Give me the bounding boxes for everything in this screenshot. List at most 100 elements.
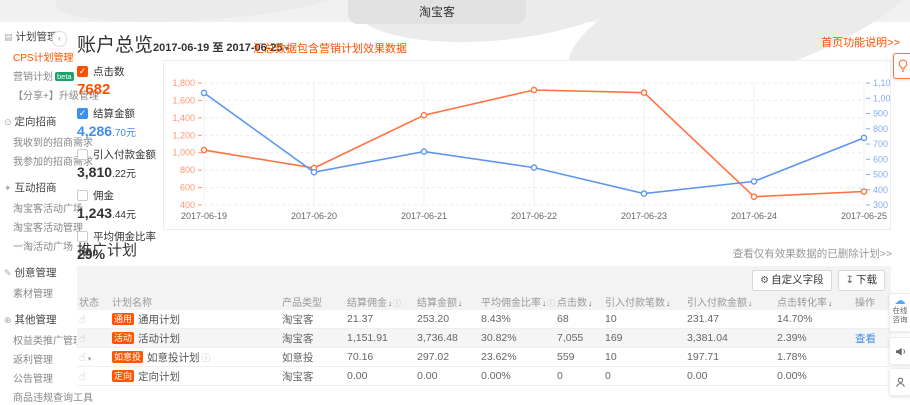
hand-pointer-icon[interactable]: ☝	[79, 371, 86, 383]
hand-pointer-icon[interactable]: ☝	[79, 314, 86, 326]
download-button[interactable]: ↧下载	[838, 270, 885, 291]
sidebar-item-rights-promo[interactable]: 权益类推广管理new	[0, 330, 70, 349]
contact-person-widget[interactable]	[889, 368, 910, 396]
metric-clicks-checkbox[interactable]: ✓点击数	[77, 64, 163, 79]
table-row: ☝ 通用通用计划 淘宝客 21.37 253.20 8.43% 68 10 23…	[77, 310, 891, 329]
sort-down-icon: ↓	[828, 299, 832, 308]
col-click-cvr[interactable]: 点击转化率↓	[777, 294, 855, 309]
metric-pay-amount: 引入付款金额 3,810.22元	[77, 147, 163, 180]
svg-text:2017-06-23: 2017-06-23	[621, 211, 667, 221]
info-icon: ⓘ	[393, 299, 401, 308]
checkbox-unchecked-icon	[77, 190, 88, 201]
col-settle-amount[interactable]: 结算金额↓	[417, 294, 481, 309]
svg-text:1,000: 1,000	[172, 148, 195, 158]
sidebar-section-other[interactable]: ⊕其他管理	[0, 309, 70, 330]
svg-text:600: 600	[873, 154, 888, 164]
hand-pointer-icon[interactable]: ☝	[79, 352, 86, 364]
checkbox-checked-icon: ✓	[77, 66, 88, 77]
sort-down-icon: ↓	[748, 299, 752, 308]
svg-text:1,000: 1,000	[873, 93, 890, 103]
metric-settlement-amount: ✓结算金额 4,286.70元	[77, 106, 163, 139]
plan-type-badge: 活动	[112, 332, 134, 344]
table-row: ☝▾ 如意投如意投计划ⓘ 如意投 70.16 297.02 23.62% 559…	[77, 348, 891, 367]
sidebar-item-rebate-manage[interactable]: 返利管理	[0, 349, 70, 368]
info-icon: ⓘ	[547, 299, 555, 308]
sort-down-icon: ↓	[588, 299, 592, 308]
megaphone-icon	[894, 345, 907, 358]
col-clicks[interactable]: 点击数↓	[557, 294, 605, 309]
svg-text:2017-06-24: 2017-06-24	[731, 211, 777, 221]
svg-text:600: 600	[180, 183, 195, 193]
svg-text:1,100: 1,100	[873, 78, 890, 88]
sidebar-section-interactive[interactable]: ✦互动招商	[0, 177, 70, 198]
online-chat-widget[interactable]: ☁ 在线 咨询	[889, 293, 910, 332]
sidebar-item-activity-manage[interactable]: 淘宝客活动管理	[0, 217, 70, 236]
svg-text:400: 400	[873, 185, 888, 195]
sidebar-item-marketing-plan[interactable]: 营销计划beta	[0, 66, 70, 85]
hand-pointer-icon[interactable]: ☝	[79, 333, 86, 345]
svg-text:300: 300	[873, 200, 888, 210]
deleted-plans-link[interactable]: 查看仅有效果数据的已删除计划>>	[733, 246, 892, 261]
table-row: ☝ 定向定向计划 淘宝客 0.00 0.00 0.00% 0 0 0.00 0.…	[77, 367, 891, 386]
plans-table-body: ☝ 通用通用计划 淘宝客 21.37 253.20 8.43% 68 10 23…	[77, 310, 891, 386]
col-plan-name: 计划名称	[112, 294, 282, 309]
col-avg-rate[interactable]: 平均佣金比率↓ⓘ	[481, 294, 557, 309]
interact-icon: ✦	[4, 183, 12, 193]
home-help-link[interactable]: 首页功能说明>>	[821, 34, 900, 50]
info-icon[interactable]: ⓘ	[202, 353, 211, 363]
promo-section-title: 推广计划	[77, 239, 137, 260]
help-tip-widget[interactable]	[893, 53, 910, 79]
metric-commission-value: 1,243.44元	[77, 205, 163, 221]
overview-chart-card: 2017-06-192017-06-202017-06-212017-06-22…	[163, 60, 891, 230]
sort-down-icon: ↓	[458, 299, 462, 308]
view-link[interactable]: 查看	[855, 333, 876, 345]
sidebar-item-received-requests[interactable]: 我收到的招商需求	[0, 132, 70, 151]
custom-fields-button[interactable]: ⚙自定义字段	[752, 270, 831, 291]
plan-type-badge: 如意投	[112, 351, 143, 363]
col-pay-amount[interactable]: 引入付款金额↓	[687, 294, 777, 309]
plan-name: 通用计划	[138, 314, 180, 326]
checkbox-unchecked-icon	[77, 149, 88, 160]
sidebar-item-activity-plaza[interactable]: 淘宝客活动广场	[0, 198, 70, 217]
metric-clicks: ✓点击数 7682	[77, 64, 163, 98]
metric-commission: 佣金 1,243.44元	[77, 188, 163, 221]
tab-taobaoke[interactable]: 淘宝客	[348, 0, 526, 24]
metric-settlement-checkbox[interactable]: ✓结算金额	[77, 106, 163, 121]
svg-text:800: 800	[180, 165, 195, 175]
metric-commission-checkbox[interactable]: 佣金	[77, 188, 163, 203]
sidebar-item-joined-requests[interactable]: 我参加的招商需求	[0, 151, 70, 170]
sidebar-item-etao-plaza[interactable]: 一淘活动广场	[0, 236, 70, 255]
lightbulb-icon	[897, 58, 909, 74]
metric-pay-amount-checkbox[interactable]: 引入付款金额	[77, 147, 163, 162]
sidebar-item-cps-plan[interactable]: CPS计划管理	[0, 47, 70, 66]
col-product-type: 产品类型	[282, 294, 347, 309]
sidebar-item-violation-tool[interactable]: 商品违规查询工具	[0, 387, 70, 405]
metric-settlement-value: 4,286.70元	[77, 123, 163, 139]
sidebar-collapse-icon[interactable]: ‹	[52, 31, 67, 47]
table-header-row: 状态 计划名称 产品类型 结算佣金↓ⓘ 结算金额↓ 平均佣金比率↓ⓘ 点击数↓ …	[77, 292, 891, 310]
plan-name: 如意投计划	[147, 352, 200, 364]
plan-icon: ▤	[4, 32, 13, 42]
sidebar-section-targeted[interactable]: ⊙定向招商	[0, 111, 70, 132]
sidebar-section-creative[interactable]: ✎创意管理	[0, 262, 70, 283]
col-pay-orders[interactable]: 引入付款笔数↓	[605, 294, 687, 309]
chevron-down-icon[interactable]: ▾	[88, 356, 92, 363]
table-row: ☝ 活动活动计划 淘宝客 1,151.91 3,736.48 30.82% 7,…	[77, 329, 891, 348]
sort-down-icon: ↓	[666, 299, 670, 308]
svg-text:500: 500	[873, 170, 888, 180]
plan-type-badge: 定向	[112, 370, 134, 382]
overview-chart-svg: 2017-06-192017-06-202017-06-212017-06-22…	[164, 61, 890, 229]
col-status: 状态	[77, 294, 112, 309]
sort-down-icon: ↓	[388, 299, 392, 308]
col-settle-commission[interactable]: 结算佣金↓ⓘ	[347, 294, 417, 309]
sidebar-item-material-manage[interactable]: 素材管理	[0, 283, 70, 302]
plan-name: 定向计划	[138, 371, 180, 383]
sidebar-item-share-upgrade[interactable]: 【分享+】升级管理	[0, 85, 70, 104]
announcement-widget[interactable]	[889, 337, 910, 365]
download-icon: ↧	[846, 275, 854, 286]
svg-text:700: 700	[873, 139, 888, 149]
svg-text:2017-06-25: 2017-06-25	[841, 211, 887, 221]
sidebar-item-announcement-manage[interactable]: 公告管理	[0, 368, 70, 387]
target-icon: ⊙	[4, 117, 12, 127]
svg-text:2017-06-19: 2017-06-19	[181, 211, 227, 221]
